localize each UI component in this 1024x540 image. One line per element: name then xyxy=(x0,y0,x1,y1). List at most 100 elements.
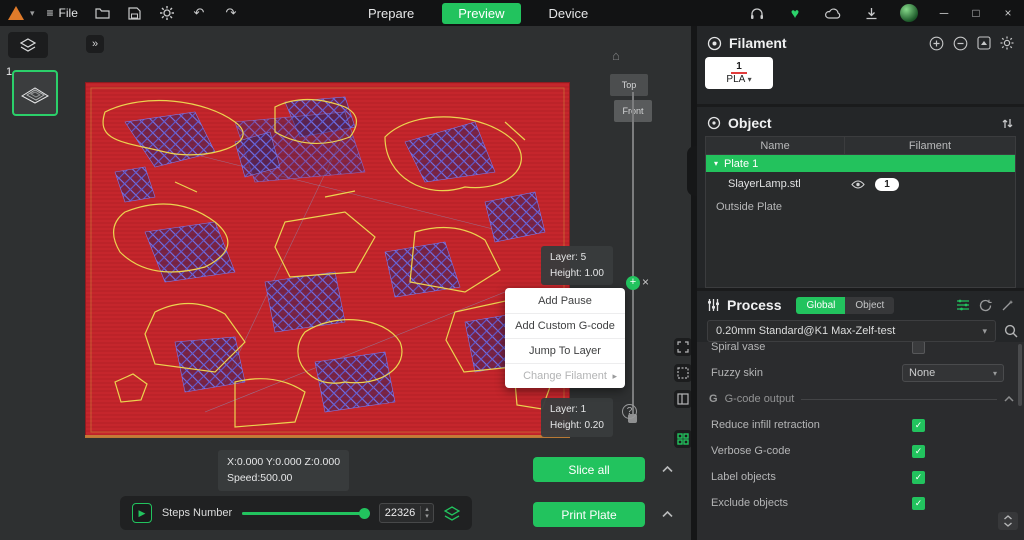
expand-panel-button[interactable]: » xyxy=(86,35,104,53)
scope-global-button[interactable]: Global xyxy=(796,297,845,314)
table-row-outside-plate[interactable]: Outside Plate xyxy=(706,196,1015,218)
steps-number-input[interactable]: 22326 ▴ ▾ xyxy=(379,503,434,523)
filament-caret-icon[interactable]: ▾ xyxy=(748,75,752,84)
sidebar-collapse-handle[interactable] xyxy=(687,146,697,196)
print-options-chevron-button[interactable] xyxy=(656,503,678,525)
spin-up-button[interactable]: ▴ xyxy=(421,506,433,513)
setting-label: Verbose G-code xyxy=(711,445,902,457)
select-caret-icon: ▾ xyxy=(993,369,997,378)
layer-slider-track[interactable] xyxy=(632,92,634,422)
save-icon[interactable] xyxy=(122,0,148,26)
support-headset-icon[interactable] xyxy=(738,0,776,26)
undo-icon[interactable]: ↶ xyxy=(186,0,212,26)
menu-item-change-filament[interactable]: Change Filament ▸ xyxy=(505,363,625,388)
label-objects-checkbox[interactable]: ✓ xyxy=(912,471,925,484)
reset-icon[interactable] xyxy=(979,299,992,312)
right-sidebar: Filament 1 PLA ▾ Object xyxy=(697,26,1024,540)
gcode-preview-canvas[interactable] xyxy=(85,82,570,438)
process-preset-select[interactable]: 0.20mm Standard@K1 Max-Zelf-test ▾ xyxy=(707,320,996,342)
spin-down-button[interactable]: ▾ xyxy=(421,513,433,520)
play-button[interactable]: ▶ xyxy=(132,503,152,523)
plate-thumbnail[interactable] xyxy=(12,70,58,116)
tab-device[interactable]: Device xyxy=(549,6,589,21)
fuzzy-skin-select[interactable]: None ▾ xyxy=(902,364,1004,382)
menu-item-jump-to-layer[interactable]: Jump To Layer xyxy=(505,338,625,363)
layers-mode-icon[interactable] xyxy=(444,506,460,521)
visibility-eye-icon[interactable] xyxy=(851,180,865,189)
frame-select-icon[interactable] xyxy=(674,338,691,356)
print-plate-button[interactable]: Print Plate xyxy=(533,502,645,527)
layer-tooltip-bottom-layer: Layer: 1 xyxy=(550,402,604,418)
reduce-infill-retraction-checkbox[interactable]: ✓ xyxy=(912,419,925,432)
download-icon[interactable] xyxy=(852,0,890,26)
layer-slider-add-marker-button[interactable]: + xyxy=(626,276,640,290)
window-maximize-button[interactable]: □ xyxy=(960,0,992,26)
slice-options-chevron-button[interactable] xyxy=(656,458,678,480)
open-file-icon[interactable] xyxy=(90,0,116,26)
steps-number-value[interactable]: 22326 xyxy=(380,507,420,519)
scope-object-button[interactable]: Object xyxy=(845,297,894,314)
split-view-icon[interactable] xyxy=(674,390,691,408)
window-minimize-button[interactable]: ─ xyxy=(928,0,960,26)
dashed-box-icon[interactable] xyxy=(674,364,691,382)
layer-tooltip-top-layer: Layer: 5 xyxy=(550,250,604,266)
table-row-plate[interactable]: ▾ Plate 1 xyxy=(706,155,1015,172)
filament-material: PLA ▾ xyxy=(726,74,751,85)
menu-item-add-custom-gcode[interactable]: Add Custom G-code xyxy=(505,313,625,338)
remove-filament-button[interactable] xyxy=(953,36,968,51)
filament-chip[interactable]: 1 PLA ▾ xyxy=(705,57,773,89)
layer-marker-close-icon[interactable]: × xyxy=(642,275,649,289)
logo-chevron-down-icon[interactable]: ▾ xyxy=(30,8,35,19)
exclude-objects-checkbox[interactable]: ✓ xyxy=(912,497,925,510)
tab-preview[interactable]: Preview xyxy=(442,3,520,24)
table-row-model[interactable]: SlayerLamp.stl 1 xyxy=(706,172,1015,196)
app-logo-icon[interactable] xyxy=(8,6,24,20)
widgets-grid-icon[interactable] xyxy=(674,430,691,448)
home-view-icon[interactable]: ⌂ xyxy=(612,48,620,63)
expand-caret-icon[interactable]: ▾ xyxy=(714,159,718,168)
steps-slider-fill xyxy=(242,512,364,515)
parameter-table-icon[interactable] xyxy=(956,299,970,311)
filament-settings-gear-icon[interactable] xyxy=(1000,36,1014,50)
viewport-3d[interactable]: » 1 xyxy=(0,26,691,540)
settings-gear-icon[interactable] xyxy=(154,0,180,26)
setting-row-exclude-objects: Exclude objects ✓ xyxy=(697,492,1024,514)
window-close-button[interactable]: × xyxy=(992,0,1024,26)
object-list-sort-icon[interactable] xyxy=(1001,117,1014,130)
filament-spool-icon xyxy=(707,36,722,51)
process-section-header: Process Global Object xyxy=(697,294,1024,316)
expand-settings-button[interactable] xyxy=(998,512,1018,530)
flush-options-button[interactable] xyxy=(977,36,991,50)
setting-row-verbose-gcode: Verbose G-code ✓ xyxy=(697,440,1024,462)
view-top-button[interactable]: Top xyxy=(610,74,648,96)
plates-panel-button[interactable] xyxy=(8,32,48,58)
wizard-wand-icon[interactable] xyxy=(1001,299,1014,312)
add-filament-button[interactable] xyxy=(929,36,944,51)
menu-item-add-pause[interactable]: Add Pause xyxy=(505,288,625,313)
settings-scrollbar[interactable] xyxy=(1018,344,1022,406)
gcode-icon: G xyxy=(709,393,718,405)
submenu-arrow-icon: ▸ xyxy=(612,371,617,382)
slice-all-button[interactable]: Slice all xyxy=(533,457,645,482)
redo-icon[interactable]: ↷ xyxy=(218,0,244,26)
setting-label: Exclude objects xyxy=(711,497,902,509)
object-table: Name Filament ▾ Plate 1 SlayerLamp.stl 1… xyxy=(705,136,1016,288)
collapse-chevron-icon[interactable] xyxy=(1004,396,1014,402)
health-heart-icon[interactable]: ♥ xyxy=(776,0,814,26)
preset-row: 0.20mm Standard@K1 Max-Zelf-test ▾ xyxy=(707,320,1018,342)
file-menu-button[interactable]: ≡ File xyxy=(41,4,84,22)
help-button[interactable]: ? xyxy=(622,404,637,419)
steps-slider[interactable] xyxy=(242,512,369,515)
search-preset-icon[interactable] xyxy=(1004,324,1018,338)
model-filament-badge[interactable]: 1 xyxy=(875,178,899,191)
verbose-gcode-checkbox[interactable]: ✓ xyxy=(912,445,925,458)
gcode-output-section-header[interactable]: G G-code output xyxy=(697,388,1024,410)
user-avatar[interactable] xyxy=(890,0,928,26)
section-divider xyxy=(697,288,1024,291)
steps-slider-knob[interactable] xyxy=(359,508,370,519)
spiral-vase-checkbox[interactable] xyxy=(912,342,925,354)
file-menu-label: File xyxy=(59,6,78,20)
tab-prepare[interactable]: Prepare xyxy=(368,6,414,21)
cloud-icon[interactable] xyxy=(814,0,852,26)
setting-row-spiral-vase: Spiral vase xyxy=(697,342,1024,358)
